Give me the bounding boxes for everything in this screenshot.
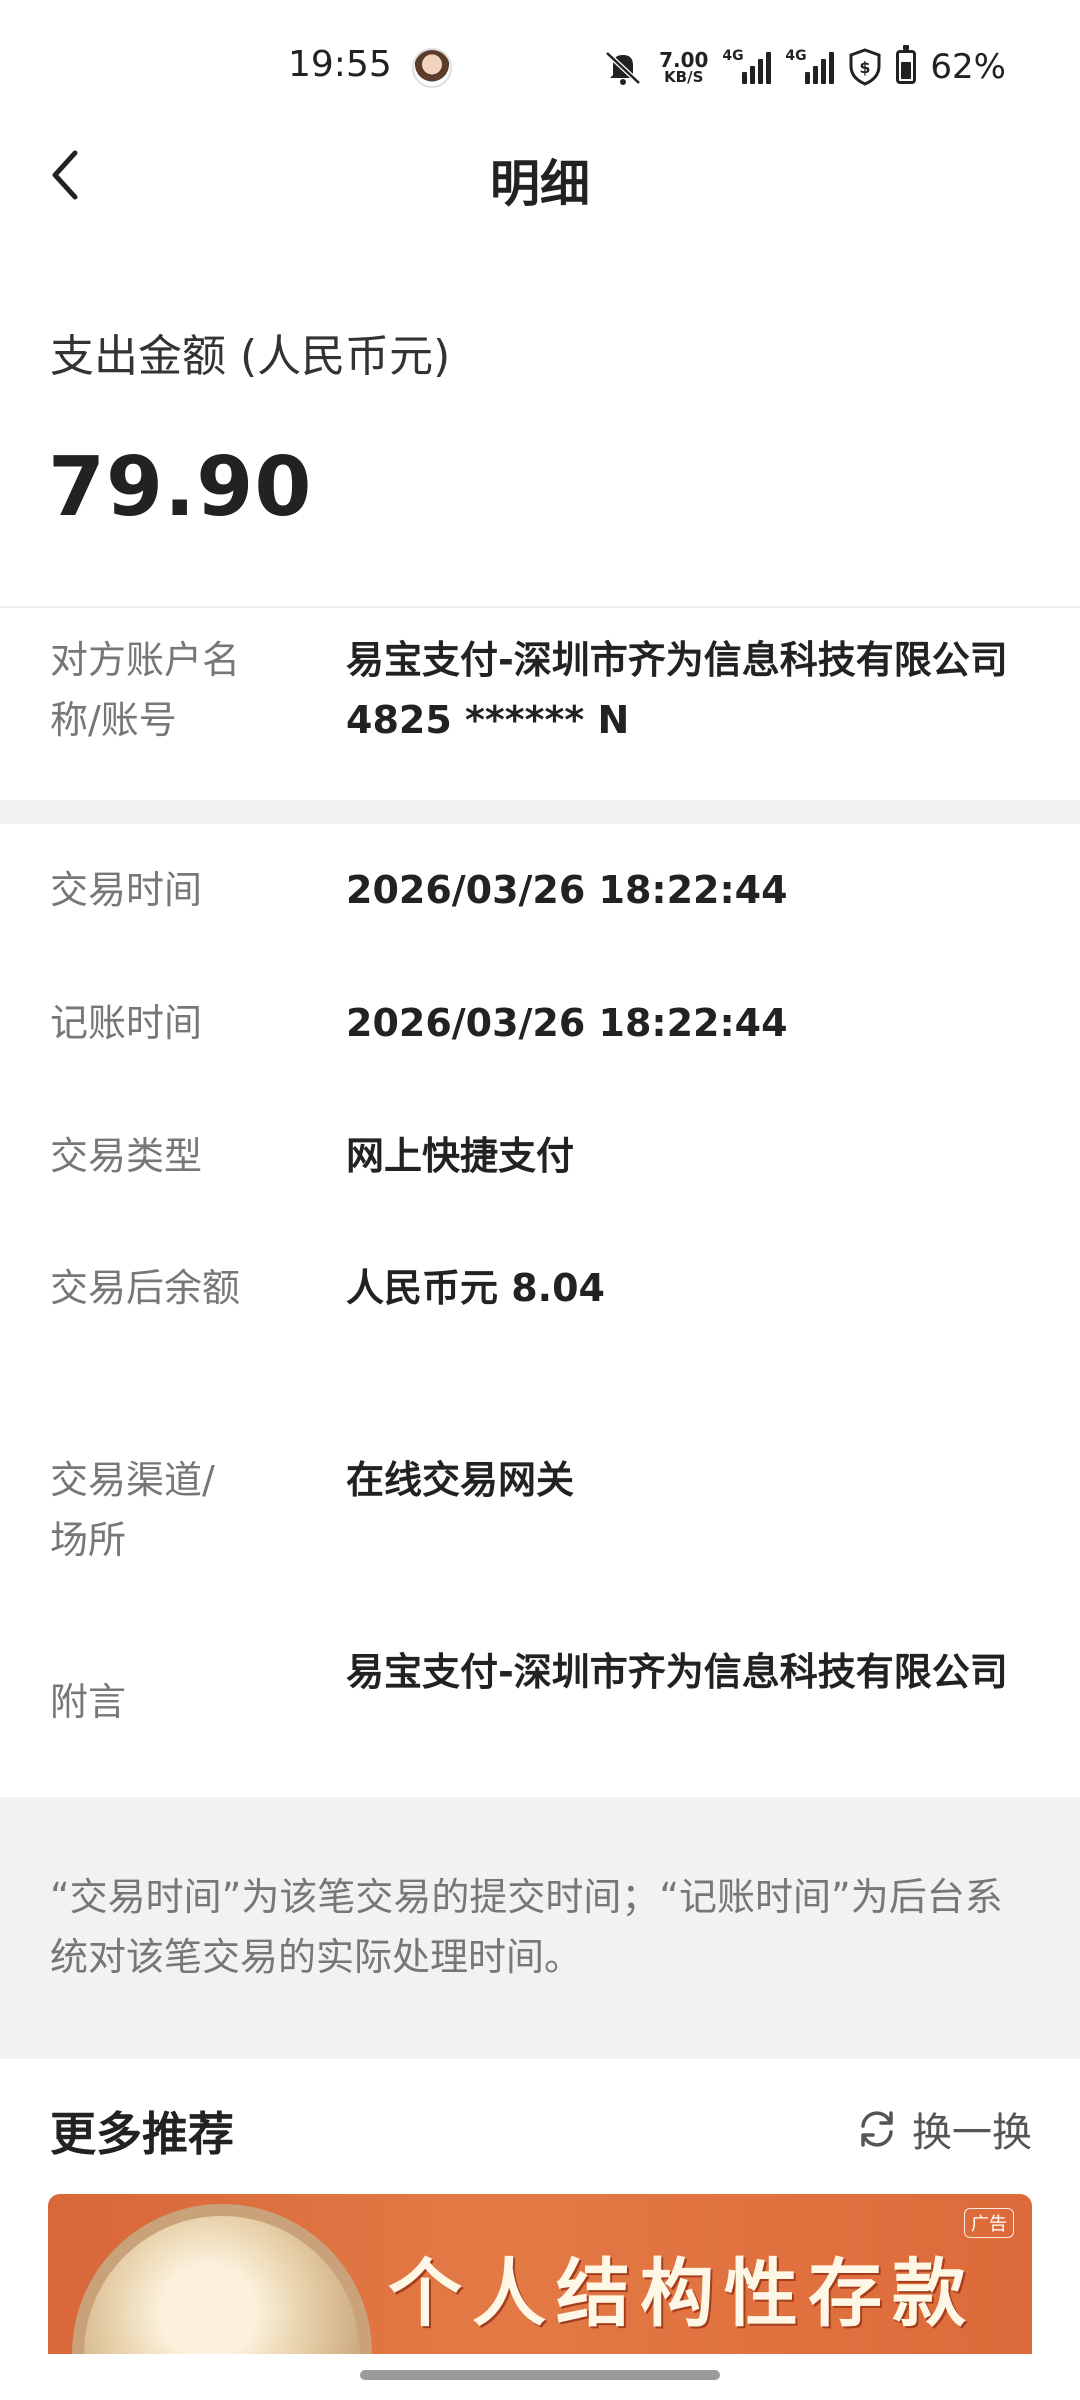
note-text: “交易时间”为该笔交易的提交时间；“记账时间”为后台系统对该笔交易的实际处理时间… (50, 1875, 1003, 1979)
booking-time-label: 记账时间 (50, 1001, 203, 1045)
refresh-button[interactable]: 换一换 (854, 2100, 1032, 2158)
amount-label: 支出金额 (人民币元) (50, 331, 451, 382)
counterparty-label: 对方账户名称/账号 (50, 638, 241, 742)
divider (0, 606, 1080, 608)
status-time: 19:55 (288, 44, 392, 85)
channel-label: 交易渠道/场所 (50, 1458, 215, 1562)
security-shield-icon: $ (849, 48, 881, 86)
trade-type-label: 交易类型 (50, 1134, 203, 1178)
battery-percent: 62% (930, 47, 1006, 87)
refresh-label: 换一换 (912, 2110, 1032, 2156)
amount-value: 79.90 (48, 440, 313, 535)
status-bar: 19:55 7.00 KB/S 4G 4G $ 62% (0, 0, 1080, 120)
page-title: 明细 (490, 155, 590, 213)
battery-icon (896, 45, 917, 84)
home-indicator[interactable] (360, 2370, 720, 2380)
more-recommend-title: 更多推荐 (50, 2107, 234, 2161)
note-section: “交易时间”为该笔交易的提交时间；“记账时间”为后台系统对该笔交易的实际处理时间… (0, 1797, 1080, 2059)
notification-avatar-icon (412, 48, 452, 88)
network-speed: 7.00 KB/S (659, 47, 709, 86)
counterparty-value: 易宝支付-深圳市齐为信息科技有限公司 4825 ****** N (346, 638, 1008, 742)
trade-time-value: 2026/03/26 18:22:44 (346, 868, 788, 912)
remark-label: 附言 (50, 1680, 127, 1724)
mute-bell-icon (605, 51, 641, 85)
signal-sim1-icon: 4G (722, 48, 772, 84)
balance-label: 交易后余额 (50, 1266, 241, 1310)
banner-title: 个人结构性存款 (388, 2251, 976, 2337)
signal-sim2-icon: 4G (785, 48, 835, 84)
trade-type-value: 网上快捷支付 (346, 1134, 575, 1178)
svg-text:$: $ (860, 58, 871, 77)
remark-value: 易宝支付-深圳市齐为信息科技有限公司 (346, 1650, 1008, 1694)
balance-value: 人民币元 8.04 (346, 1266, 605, 1310)
ad-badge: 广告 (964, 2208, 1014, 2238)
refresh-icon (861, 2111, 893, 2147)
section-separator (0, 800, 1080, 824)
top-bar: 明细 (0, 120, 1080, 230)
ad-banner[interactable]: 个人结构性存款 广告 (48, 2194, 1032, 2354)
status-icons: 7.00 KB/S 4G 4G $ 62% (601, 40, 1006, 94)
trade-time-label: 交易时间 (50, 868, 203, 912)
landscape-painting-icon (72, 2204, 372, 2354)
booking-time-value: 2026/03/26 18:22:44 (346, 1001, 788, 1045)
channel-value: 在线交易网关 (346, 1458, 575, 1502)
